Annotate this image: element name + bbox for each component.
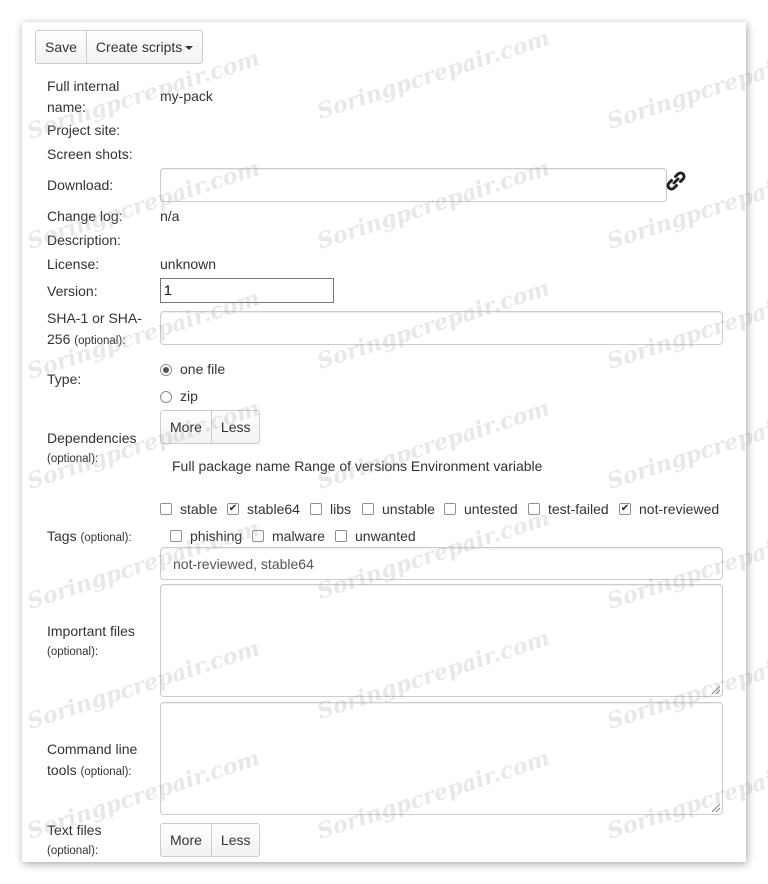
important-files-optional: (optional): — [47, 646, 99, 658]
command-line-tools-label-line2: tools — [47, 762, 77, 778]
license-value: unknown — [160, 256, 217, 272]
dependencies-col-range: Range of versions — [294, 458, 408, 474]
tag-libs-checkbox[interactable] — [310, 503, 322, 515]
checksum-optional: (optional): — [74, 335, 126, 347]
tag-stable-checkbox[interactable] — [160, 503, 172, 515]
full-internal-name-label-line2: name: — [47, 99, 86, 115]
create-scripts-dropdown[interactable]: Create scripts — [86, 30, 204, 64]
tag-libs-label: libs — [330, 501, 352, 517]
dependencies-table-header: Full package name Range of versions Envi… — [172, 456, 542, 477]
change-log-label: Change log: — [47, 208, 123, 224]
tag-stable64-checkbox[interactable]: ✔ — [227, 503, 239, 515]
type-one-file-radio[interactable] — [160, 364, 172, 376]
dependencies-label: Dependencies (optional): — [47, 428, 137, 470]
tag-phishing-checkbox[interactable] — [170, 530, 182, 542]
create-scripts-label: Create scripts — [95, 39, 183, 55]
type-zip-radio[interactable] — [160, 391, 172, 403]
dependencies-less-button[interactable]: Less — [211, 410, 261, 444]
screen-shots-label: Screen shots: — [47, 146, 133, 162]
tag-stable-label: stable — [180, 501, 218, 517]
tag-not-reviewed-label: not-reviewed — [639, 501, 720, 517]
dependencies-buttons: More Less — [160, 410, 261, 444]
checksum-label: SHA-1 or SHA- 256 (optional): — [47, 308, 142, 352]
link-icon[interactable] — [665, 170, 687, 192]
project-site-label: Project site: — [47, 122, 121, 138]
tag-malware-checkbox[interactable] — [252, 530, 264, 542]
command-line-tools-label: Command line tools (optional): — [47, 739, 137, 783]
full-internal-name-value: my-pack — [160, 88, 213, 104]
dependencies-label-text: Dependencies — [47, 430, 137, 446]
version-label: Version: — [47, 283, 98, 299]
package-form-window: Save Create scripts Full internal name: … — [22, 22, 768, 862]
checksum-label-line2: 256 — [47, 331, 71, 347]
dependencies-col-name: Full package name — [172, 458, 291, 474]
toolbar: Save Create scripts — [35, 30, 204, 64]
download-label: Download: — [47, 177, 114, 193]
tag-malware-label: malware — [272, 528, 325, 544]
full-internal-name-label: Full internal name: — [47, 76, 119, 118]
tags-input[interactable]: not-reviewed, stable64 — [160, 547, 723, 580]
command-line-tools-label-line1: Command line — [47, 741, 138, 757]
tag-test-failed-checkbox[interactable] — [528, 503, 540, 515]
text-files-label: Text files (optional): — [47, 820, 101, 862]
important-files-textarea[interactable] — [160, 584, 723, 697]
text-files-buttons: More Less — [160, 823, 261, 857]
tags-optional: (optional): — [80, 532, 132, 544]
tag-stable64-label: stable64 — [247, 501, 300, 517]
caret-down-icon — [185, 46, 194, 51]
watermark: Soringpcrepair.com — [603, 35, 768, 135]
type-one-file-label: one file — [180, 361, 226, 377]
watermark: Soringpcrepair.com — [313, 395, 553, 495]
resize-grip-icon[interactable] — [712, 804, 720, 812]
text-files-label-text: Text files — [47, 822, 102, 838]
download-input[interactable] — [160, 168, 667, 202]
dependencies-col-env: Environment variable — [410, 458, 543, 474]
tag-unstable-checkbox[interactable] — [362, 503, 374, 515]
full-internal-name-label-line1: Full internal — [47, 78, 120, 94]
tag-unwanted-label: unwanted — [355, 528, 416, 544]
text-files-optional: (optional): — [47, 845, 99, 857]
type-label: Type: — [47, 371, 82, 387]
command-line-tools-optional: (optional): — [80, 766, 132, 778]
tag-untested-label: untested — [464, 501, 518, 517]
dependencies-more-button[interactable]: More — [160, 410, 212, 444]
license-label: License: — [47, 256, 100, 272]
tag-phishing-label: phishing — [190, 528, 243, 544]
description-label: Description: — [47, 232, 121, 248]
text-files-less-button[interactable]: Less — [211, 823, 261, 857]
command-line-tools-textarea[interactable] — [160, 702, 723, 815]
dependencies-optional: (optional): — [47, 453, 99, 465]
resize-grip-icon[interactable] — [712, 686, 720, 694]
text-files-more-button[interactable]: More — [160, 823, 212, 857]
tags-label: Tags (optional): — [47, 526, 132, 549]
tag-untested-checkbox[interactable] — [444, 503, 456, 515]
checksum-label-line2-wrap: 256 (optional): — [47, 329, 142, 352]
watermark: Soringpcrepair.com — [313, 25, 553, 125]
tag-test-failed-label: test-failed — [548, 501, 609, 517]
tags-label-text: Tags — [47, 528, 77, 544]
important-files-label: Important files (optional): — [47, 621, 135, 663]
command-line-tools-label-line2-wrap: tools (optional): — [47, 760, 137, 783]
checksum-input[interactable] — [160, 311, 723, 345]
tag-not-reviewed-checkbox[interactable]: ✔ — [619, 503, 631, 515]
checksum-label-line1: SHA-1 or SHA- — [47, 310, 142, 326]
tag-unwanted-checkbox[interactable] — [335, 530, 347, 542]
tag-unstable-label: unstable — [382, 501, 435, 517]
version-input[interactable]: 1 — [160, 278, 334, 303]
important-files-label-text: Important files — [47, 623, 135, 639]
watermark: Soringpcrepair.com — [603, 395, 768, 495]
change-log-value: n/a — [160, 208, 180, 224]
type-zip-label: zip — [180, 388, 198, 404]
save-button[interactable]: Save — [35, 30, 87, 64]
